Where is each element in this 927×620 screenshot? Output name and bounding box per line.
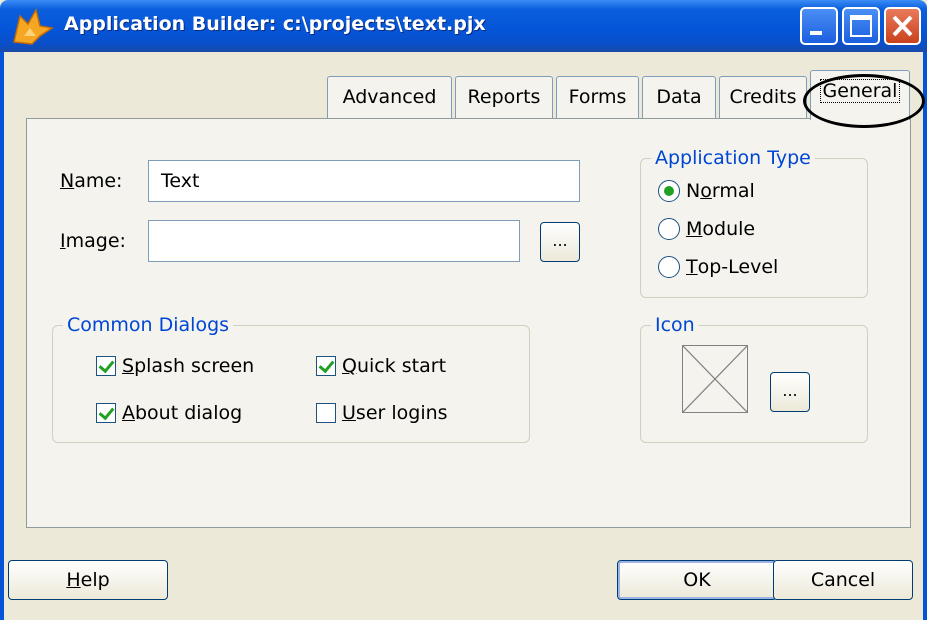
radio-circle [658,256,680,278]
common-dialogs-title: Common Dialogs [63,313,234,337]
maximize-icon [850,15,872,37]
checkbox-box [316,403,336,423]
name-label: Name: [60,170,123,192]
icon-group-title: Icon [651,313,699,337]
tab-label: Forms [568,86,627,108]
tab-label: Reports [467,86,541,108]
image-browse-button[interactable]: ... [540,222,580,262]
application-type-title: Application Type [651,146,815,170]
maximize-button[interactable] [842,7,880,45]
empty-image-icon [682,345,748,413]
fox-app-icon [13,8,54,45]
checkbox-box [96,356,116,376]
tab-label: Data [656,86,702,108]
name-input[interactable]: Text [148,160,580,202]
tab-forms[interactable]: Forms [556,76,639,118]
splash-screen-checkbox[interactable]: Splash screen [96,355,254,377]
tab-label: Advanced [342,86,437,108]
close-icon [892,15,913,37]
tab-reports[interactable]: Reports [455,76,553,118]
cancel-button[interactable]: Cancel [773,560,913,600]
image-label: Image: [60,230,126,252]
tab-label: Credits [729,86,797,108]
minimize-button[interactable] [800,7,838,45]
image-input[interactable] [148,220,520,262]
title-bar: Application Builder: c:\projects\text.pj… [0,0,927,52]
quick-start-checkbox[interactable]: Quick start [316,355,446,377]
tab-advanced[interactable]: Advanced [327,76,452,118]
window-title: Application Builder: c:\projects\text.pj… [64,13,486,35]
user-logins-checkbox[interactable]: User logins [316,402,448,424]
help-button[interactable]: Help [8,560,168,600]
close-button[interactable] [884,7,921,45]
about-dialog-checkbox[interactable]: About dialog [96,402,242,424]
normal-radio[interactable]: No rmal [658,180,755,202]
icon-group: Icon [640,313,868,443]
top-level-radio[interactable]: Top-Level [658,256,778,278]
icon-preview [682,345,748,413]
minimize-icon [810,31,822,35]
module-radio[interactable]: Module [658,218,755,240]
ok-button[interactable]: OK [617,560,777,600]
tab-credits[interactable]: Credits [719,76,807,118]
icon-browse-button[interactable]: ... [770,372,810,412]
checkbox-box [316,356,336,376]
tab-data[interactable]: Data [642,76,716,118]
common-dialogs-group: Common Dialogs [52,313,530,443]
radio-circle [658,180,680,202]
checkbox-box [96,403,116,423]
highlight-ellipse [803,74,925,128]
radio-circle [658,218,680,240]
